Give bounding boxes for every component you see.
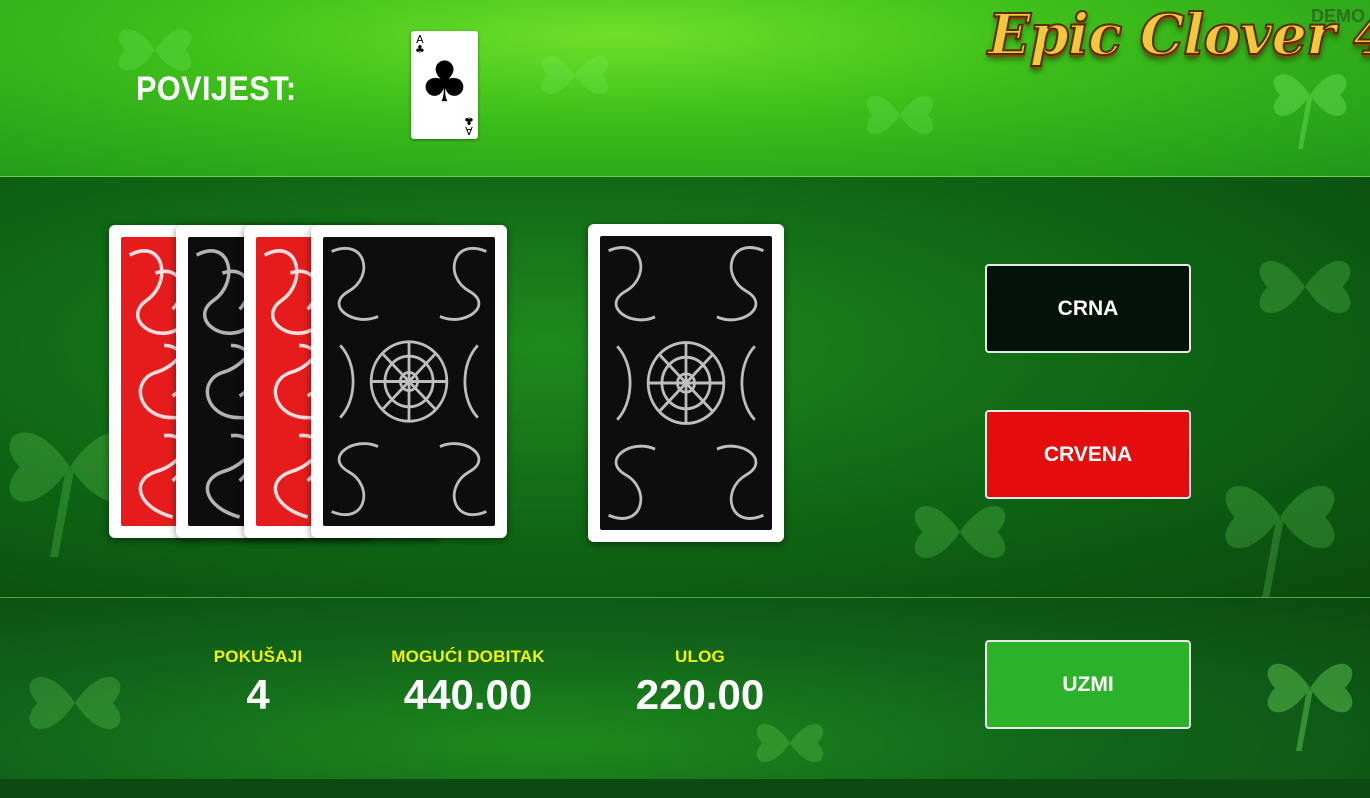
bet-label: ULOG	[675, 647, 725, 666]
bet-value: 220.00	[635, 671, 765, 718]
history-bar: POVIJEST: A ♣ ♣ A ♣ Epic Clover 40 DEMO	[0, 0, 1370, 176]
red-choice-button[interactable]: CRVENA	[985, 410, 1191, 499]
demo-badge: DEMO	[1311, 6, 1365, 26]
clover-decoration-icon	[1225, 485, 1335, 598]
clover-decoration-icon	[866, 95, 934, 135]
possible-win-value: 440.00	[403, 671, 533, 718]
possible-win-label: MOGUĆI DOBITAK	[391, 647, 545, 666]
club-suit-icon: ♣	[464, 114, 474, 127]
mystery-card	[588, 224, 784, 542]
black-choice-button[interactable]: CRNA	[985, 264, 1191, 353]
clover-decoration-icon	[1267, 663, 1353, 751]
club-suit-icon: ♣	[419, 50, 470, 115]
history-card: A ♣ ♣ A ♣	[411, 31, 478, 139]
clover-decoration-icon	[541, 55, 609, 95]
attempts-stat: POKUŠAJI 4	[198, 647, 318, 719]
attempts-value: 4	[246, 671, 270, 718]
card-corner-bottom: A ♣	[464, 114, 474, 137]
attempts-label: POKUŠAJI	[213, 647, 303, 666]
collect-button[interactable]: UZMI	[985, 640, 1191, 729]
possible-win-stat: MOGUĆI DOBITAK 440.00	[378, 647, 558, 719]
clover-decoration-icon	[29, 677, 121, 729]
history-label: POVIJEST:	[136, 70, 297, 108]
dealt-card	[311, 225, 507, 538]
clover-decoration-icon	[1259, 261, 1351, 313]
bet-stat: ULOG 220.00	[610, 647, 790, 719]
